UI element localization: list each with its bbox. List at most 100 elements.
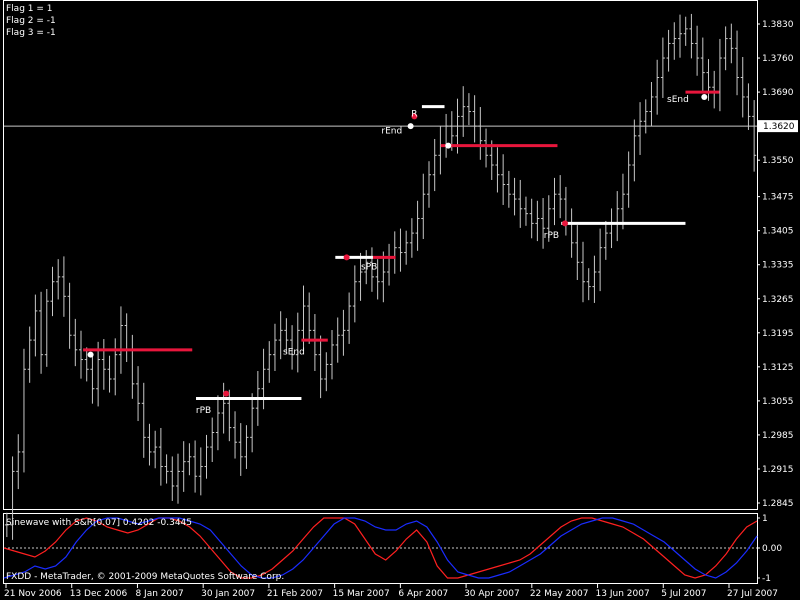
price-bar — [387, 243, 392, 286]
price-bar — [609, 208, 614, 249]
price-bar — [96, 341, 101, 407]
price-bar — [683, 16, 688, 46]
price-tick-label: 1.3830 — [762, 20, 794, 30]
signal-dot — [561, 220, 568, 227]
price-bar — [330, 330, 335, 380]
time-tick-label: 30 Jan 2007 — [201, 589, 255, 599]
price-bar — [27, 326, 32, 383]
price-bar — [592, 255, 597, 303]
price-bar — [107, 355, 112, 393]
price-bar — [638, 102, 643, 155]
indicator-tick-label: 1 — [762, 514, 768, 524]
price-bar — [438, 126, 443, 175]
price-bar — [272, 323, 277, 372]
price-tick-label: 1.3550 — [762, 156, 794, 166]
signal-label: sEnd — [667, 95, 689, 105]
time-tick-label: 15 Mar 2007 — [333, 589, 390, 599]
price-bar — [61, 256, 66, 317]
main-chart-frame — [3, 0, 758, 510]
price-bar — [666, 29, 671, 72]
price-bar — [558, 175, 563, 219]
signal-label: rPB — [196, 406, 211, 416]
price-bar — [649, 82, 654, 127]
time-tick-label: 6 Apr 2007 — [398, 589, 448, 599]
time-tick-label: 30 Apr 2007 — [464, 589, 520, 599]
time-axis[interactable]: 21 Nov 2006 13 Dec 2006 8 Jan 2007 30 Jan 2… — [4, 584, 778, 599]
price-bar — [466, 93, 471, 126]
signal-label: rPB — [544, 231, 559, 241]
price-bar — [318, 335, 323, 399]
price-tick-label: 1.3475 — [762, 193, 794, 203]
price-bar — [581, 241, 586, 303]
price-bar — [73, 318, 78, 367]
price-bar — [461, 86, 466, 137]
price-bar — [598, 228, 603, 292]
price-bar — [147, 423, 152, 466]
price-bar — [295, 312, 300, 373]
price-bar — [746, 83, 751, 130]
price-tick-label: 1.2845 — [762, 499, 794, 509]
price-bar — [529, 198, 534, 239]
chart-canvas[interactable]: rPB sEnd sPB rEnd RrPB sEnd 1.3830 1.3760 1.369… — [0, 0, 800, 600]
price-bar — [620, 173, 625, 230]
flag-3-text: Flag 3 = -1 — [6, 28, 56, 38]
price-bar — [409, 218, 414, 258]
signal-dot — [701, 93, 708, 100]
price-tick-label: 1.2985 — [762, 431, 794, 441]
price-bar — [221, 382, 226, 434]
price-bar — [130, 334, 135, 399]
price-bar — [575, 225, 580, 280]
price-bar — [101, 339, 106, 390]
price-bar — [541, 198, 546, 249]
price-bar — [655, 59, 660, 115]
price-bar — [250, 393, 255, 453]
price-tick-label: 1.3125 — [762, 363, 794, 373]
support-resistance-lines — [83, 90, 720, 400]
signal-label: sEnd — [283, 348, 305, 358]
price-bar — [233, 411, 238, 459]
price-bar — [523, 196, 528, 226]
price-bar — [21, 348, 26, 473]
price-bar — [347, 292, 352, 344]
price-bar — [261, 348, 266, 410]
price-bar — [752, 100, 757, 172]
price-tick-label: 1.3265 — [762, 295, 794, 305]
metatrader-chart-window: rPB sEnd sPB rEnd RrPB sEnd 1.3830 1.3760 1.369… — [0, 0, 800, 600]
price-bar — [569, 208, 574, 258]
price-bar — [444, 113, 449, 158]
price-bar — [712, 70, 717, 109]
signal-dot — [343, 254, 350, 261]
price-bar — [244, 425, 249, 469]
price-tick-label: 1.3335 — [762, 261, 794, 271]
price-bar — [210, 417, 215, 463]
signal-labels: rPB sEnd sPB rEnd RrPB sEnd — [196, 95, 689, 416]
price-tick-label: 1.3195 — [762, 329, 794, 339]
price-bar — [312, 314, 317, 372]
price-bar — [603, 220, 608, 260]
price-bar — [735, 30, 740, 96]
price-bar — [392, 231, 397, 274]
price-bar — [39, 291, 44, 374]
signal-label: sPB — [361, 263, 377, 273]
signal-dot — [223, 390, 230, 397]
price-bar — [358, 252, 363, 301]
price-bar — [198, 447, 203, 496]
current-price-label: 1.3620 — [763, 122, 795, 132]
price-bar — [153, 430, 158, 469]
price-bar — [563, 186, 568, 236]
price-bar — [79, 330, 84, 379]
price-axis[interactable]: 1.3830 1.3760 1.3690 1.3550 1.3475 1.3405 1.33… — [757, 20, 794, 509]
price-bar — [67, 282, 72, 349]
price-bar — [381, 251, 386, 303]
price-tick-label: 1.3690 — [762, 88, 794, 98]
signal-dot — [445, 142, 452, 149]
price-bar — [660, 37, 665, 98]
price-bar — [695, 25, 700, 76]
indicator-tick-label: -1 — [762, 574, 771, 584]
price-bar — [187, 443, 192, 476]
price-bar — [717, 38, 722, 112]
price-bar — [626, 151, 631, 208]
time-tick-label: 13 Dec 2006 — [70, 589, 128, 599]
price-bar — [615, 191, 620, 242]
flag-2-text: Flag 2 = -1 — [6, 16, 56, 26]
